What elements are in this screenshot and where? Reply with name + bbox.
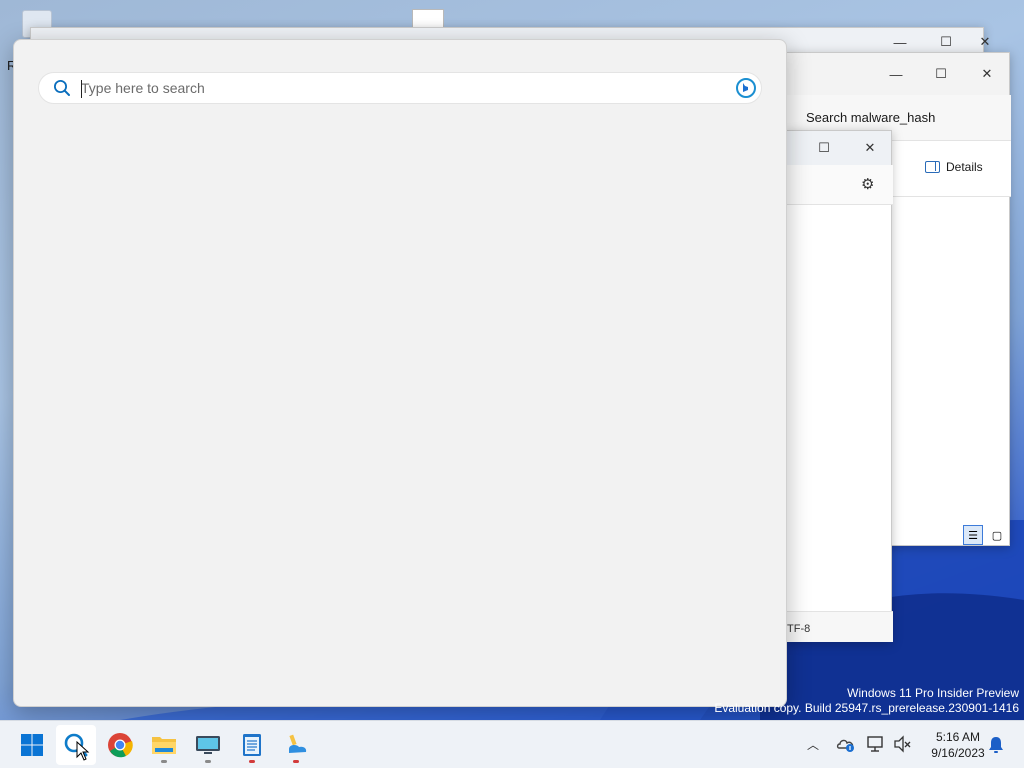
windows-logo-icon bbox=[21, 734, 43, 756]
system-clock[interactable]: 5:16 AM 9/16/2023 bbox=[920, 729, 996, 761]
text-caret bbox=[81, 80, 82, 98]
taskbar-terminal-button[interactable] bbox=[188, 725, 228, 765]
folder-icon bbox=[152, 737, 176, 754]
search-icon bbox=[53, 79, 71, 102]
minimize-button[interactable]: — bbox=[873, 60, 919, 88]
bing-chat-icon[interactable] bbox=[735, 77, 757, 104]
maximize-button[interactable]: ☐ bbox=[801, 134, 847, 162]
notepad-window[interactable]: ☐ ✕ ⚙ TF-8 bbox=[786, 130, 893, 642]
details-button[interactable]: Details bbox=[925, 160, 983, 174]
watermark-line-2: Evaluation copy. Build 25947.rs_prerelea… bbox=[714, 701, 1019, 715]
taskbar-chrome-button[interactable] bbox=[100, 725, 140, 765]
search-panel[interactable] bbox=[13, 39, 787, 707]
clock-time: 5:16 AM bbox=[935, 730, 981, 744]
notepad-menubar: ⚙ bbox=[787, 165, 893, 205]
details-pane-icon bbox=[925, 161, 940, 173]
onedrive-status-icon[interactable] bbox=[836, 735, 856, 753]
chrome-icon bbox=[108, 733, 133, 758]
close-button[interactable]: ✕ bbox=[964, 60, 1010, 88]
search-box[interactable] bbox=[38, 72, 762, 104]
close-button[interactable]: ✕ bbox=[847, 134, 893, 162]
mouse-cursor-icon bbox=[76, 741, 90, 761]
tile-view-toggle[interactable]: ▢ bbox=[987, 525, 1007, 545]
explorer-titlebar[interactable]: — ☐ ✕ bbox=[787, 53, 1009, 95]
notification-bell-icon[interactable] bbox=[986, 735, 1006, 755]
start-button[interactable] bbox=[12, 725, 52, 765]
search-input[interactable] bbox=[81, 74, 681, 102]
taskbar-paint-button[interactable] bbox=[276, 725, 316, 765]
running-indicator bbox=[293, 760, 299, 763]
maximize-button[interactable]: ☐ bbox=[918, 60, 964, 88]
explorer-search-input[interactable]: Search malware_hash bbox=[806, 110, 935, 125]
list-view-toggle[interactable]: ☰ bbox=[963, 525, 983, 545]
notepad-statusbar: TF-8 bbox=[787, 611, 893, 642]
taskbar: ︿ 5:16 AM 9/16/2023 bbox=[0, 720, 1024, 768]
network-icon[interactable] bbox=[866, 734, 886, 754]
volume-muted-icon[interactable] bbox=[893, 734, 913, 754]
settings-gear-icon[interactable]: ⚙ bbox=[861, 175, 874, 193]
watermark-line-1: Windows 11 Pro Insider Preview bbox=[847, 686, 1019, 700]
running-indicator bbox=[161, 760, 167, 763]
paint-icon bbox=[289, 734, 307, 753]
taskbar-search-button[interactable] bbox=[56, 725, 96, 765]
notepad-titlebar[interactable]: ☐ ✕ bbox=[787, 131, 891, 165]
details-label: Details bbox=[946, 160, 983, 174]
remote-desktop-icon bbox=[196, 736, 220, 754]
taskbar-notepad-button[interactable] bbox=[232, 725, 272, 765]
running-indicator bbox=[249, 760, 255, 763]
running-indicator bbox=[205, 760, 211, 763]
notepad-icon bbox=[243, 734, 261, 756]
encoding-label: TF-8 bbox=[787, 623, 811, 635]
clock-date: 9/16/2023 bbox=[931, 746, 985, 760]
taskbar-file-explorer-button[interactable] bbox=[144, 725, 184, 765]
show-hidden-icons-button[interactable]: ︿ bbox=[804, 735, 822, 753]
